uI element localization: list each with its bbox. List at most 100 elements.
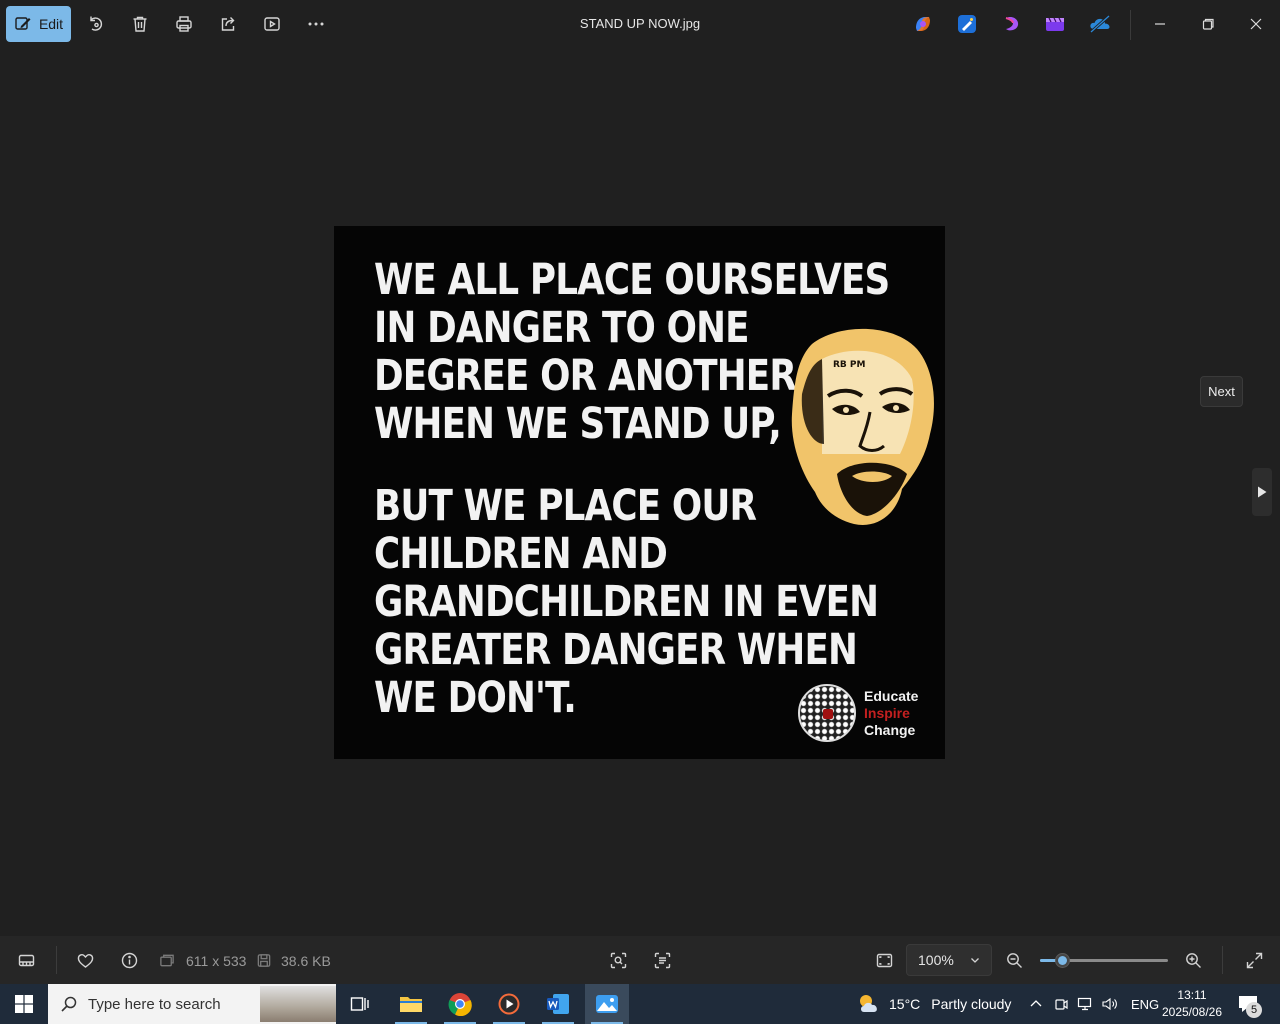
- next-button[interactable]: [1252, 468, 1272, 516]
- minimize-button[interactable]: [1148, 12, 1172, 36]
- bottom-separator-2: [1222, 946, 1223, 974]
- favorite-button[interactable]: [74, 949, 96, 971]
- edit-icon: [15, 17, 31, 30]
- windows-logo-icon: [15, 995, 33, 1013]
- fit-window-icon: [876, 953, 892, 967]
- brand-logo: Educate Inspire Change: [798, 684, 938, 746]
- printer-icon: [176, 16, 192, 32]
- network-icon[interactable]: [1077, 996, 1095, 1012]
- taskbar-photos[interactable]: [585, 984, 629, 1024]
- next-tooltip: Next: [1200, 376, 1243, 407]
- bottom-bar: 611 x 533 38.6 KB 100%: [0, 936, 1280, 984]
- photos-icon: [596, 995, 618, 1013]
- brand-line-inspire: Inspire: [864, 705, 910, 721]
- video-editor-icon[interactable]: [1045, 14, 1065, 34]
- partly-cloudy-icon: [860, 995, 877, 1012]
- zoom-slider-thumb[interactable]: [1054, 953, 1070, 968]
- extract-text-button[interactable]: [651, 949, 673, 971]
- clock-date: 2025/08/26: [1161, 1005, 1223, 1019]
- displayed-photo: WE ALL PLACE OURSELVES IN DANGER TO ONE …: [334, 226, 945, 759]
- taskbar-clock[interactable]: 13:11 2025/08/26: [1160, 987, 1224, 1021]
- brand-line-educate: Educate: [864, 688, 919, 704]
- share-icon: [221, 17, 235, 31]
- visual-search-button[interactable]: [607, 949, 629, 971]
- media-player-icon: [498, 993, 520, 1015]
- fullscreen-button[interactable]: [1243, 949, 1265, 971]
- onedrive-icon[interactable]: [1089, 14, 1111, 34]
- search-highlight-image: [260, 986, 336, 1022]
- image-dimensions: 611 x 533: [186, 953, 247, 969]
- zoom-out-icon: [1006, 952, 1022, 968]
- slideshow-button[interactable]: [260, 12, 284, 36]
- designer-icon[interactable]: [957, 14, 977, 34]
- file-size: 38.6 KB: [281, 953, 331, 969]
- delete-button[interactable]: [128, 12, 152, 36]
- more-options-button[interactable]: [304, 12, 328, 36]
- portrait-illustration: RB PM: [791, 328, 934, 525]
- taskbar-chrome[interactable]: [438, 984, 482, 1024]
- fit-to-window-button[interactable]: [873, 949, 895, 971]
- share-button[interactable]: [216, 12, 240, 36]
- restore-icon: [1202, 18, 1214, 30]
- edit-button[interactable]: Edit: [6, 6, 71, 42]
- weather-description: Partly cloudy: [931, 996, 1012, 1012]
- photos-app: Edit STAND UP NOW.jpg WE ALL PLACE OURSE…: [0, 0, 1280, 984]
- copilot-icon[interactable]: [913, 14, 933, 34]
- close-button[interactable]: [1244, 12, 1268, 36]
- slideshow-icon: [264, 17, 280, 31]
- heart-icon: [77, 953, 93, 968]
- chevron-down-icon: [971, 958, 979, 963]
- notification-count-badge: 5: [1246, 1002, 1262, 1018]
- expand-icon: [1246, 952, 1262, 968]
- system-tray-icons: ENG: [1028, 984, 1159, 1024]
- weather-widget[interactable]: 15°C Partly cloudy: [856, 984, 1011, 1024]
- dimensions-icon: [159, 949, 175, 971]
- zoom-in-button[interactable]: [1182, 949, 1204, 971]
- chrome-icon: [448, 993, 472, 1016]
- restore-button[interactable]: [1196, 12, 1220, 36]
- brand-core-icon: [823, 709, 833, 719]
- print-button[interactable]: [172, 12, 196, 36]
- task-view-button[interactable]: [338, 984, 382, 1024]
- text-scan-icon: [654, 952, 670, 968]
- zoom-level-dropdown[interactable]: 100%: [906, 944, 992, 976]
- rotate-icon: [90, 16, 103, 31]
- toolbar-separator: [1130, 10, 1131, 40]
- brand-line-change: Change: [864, 722, 916, 738]
- meet-now-icon[interactable]: [1053, 996, 1069, 1012]
- zoom-slider[interactable]: [1040, 953, 1168, 968]
- window-title: STAND UP NOW.jpg: [579, 16, 701, 31]
- rotate-button[interactable]: [84, 12, 108, 36]
- visual-search-icon: [610, 952, 626, 968]
- clipchamp-icon[interactable]: [1002, 14, 1022, 34]
- zoom-out-button[interactable]: [1003, 949, 1025, 971]
- weather-temperature: 15°C: [889, 996, 921, 1012]
- edit-button-label: Edit: [38, 16, 64, 32]
- taskbar-search-box[interactable]: Type here to search: [48, 984, 336, 1024]
- taskbar-word[interactable]: [536, 984, 580, 1024]
- bottom-separator-1: [56, 946, 57, 974]
- start-button[interactable]: [0, 984, 48, 1024]
- filmstrip-icon: [18, 954, 34, 966]
- top-toolbar: Edit STAND UP NOW.jpg: [0, 0, 1280, 48]
- filmstrip-button[interactable]: [15, 949, 37, 971]
- volume-icon[interactable]: [1101, 996, 1119, 1012]
- word-icon: [547, 994, 569, 1014]
- play-right-icon: [1258, 486, 1267, 498]
- task-view-icon: [350, 997, 369, 1011]
- more-icon: [308, 22, 324, 26]
- info-icon: [121, 952, 137, 968]
- chevron-up-icon[interactable]: [1028, 996, 1044, 1012]
- search-icon: [61, 996, 77, 1012]
- taskbar-media-player[interactable]: [487, 984, 531, 1024]
- clock-time: 13:11: [1177, 988, 1207, 1002]
- folder-icon: [400, 997, 422, 1012]
- taskbar-file-explorer[interactable]: [389, 984, 433, 1024]
- face-tag-text: RB PM: [833, 360, 866, 370]
- file-info-button[interactable]: [118, 949, 140, 971]
- input-language[interactable]: ENG: [1131, 997, 1159, 1012]
- zoom-in-icon: [1185, 952, 1201, 968]
- file-size-icon: [256, 949, 272, 971]
- zoom-level-value: 100%: [918, 952, 954, 968]
- minimize-icon: [1155, 23, 1165, 25]
